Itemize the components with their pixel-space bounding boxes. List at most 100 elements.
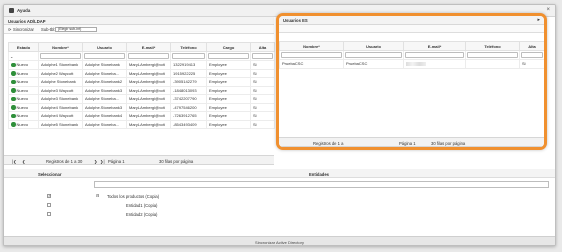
status-new-icon (11, 62, 16, 68)
cell-text: Adolphe4 Stonebank (41, 104, 79, 110)
table-cell: Si (250, 85, 275, 95)
subtable-select[interactable]: (Elegir sub-int) (55, 26, 97, 32)
table-row[interactable]: Nuevo Adolphe3 Stonebank Adolphe Stoneba..… (8, 94, 275, 104)
table-cell: Adolphe Stonebank4 (82, 111, 127, 121)
cell-text: Adolphe Stonebank (41, 79, 76, 85)
table-cell: Si (250, 119, 275, 129)
sync-icon[interactable]: ⟳ (8, 27, 12, 32)
table-cell: -1848013093 (170, 85, 207, 95)
cell-text: -3742207790 (173, 96, 197, 102)
table-cell: Si (250, 68, 275, 78)
table-cell: Si (250, 60, 275, 70)
next-page-icon[interactable]: ❯ (94, 159, 98, 164)
table-cell: Adolphe Stoneba... (82, 119, 127, 129)
table-cell: MaryLAmbergi@vcti (126, 94, 171, 104)
cell-text: 1322919413 (173, 62, 196, 68)
column-filter-input[interactable] (128, 53, 169, 59)
table-cell: Adolphe4 Waycott (38, 111, 83, 121)
column-filter-input[interactable] (521, 52, 543, 58)
column-header[interactable]: Teléfono (170, 42, 207, 52)
entities-filter-input[interactable] (94, 181, 549, 188)
expand-arrow-icon[interactable]: ▸ (537, 17, 540, 23)
cell-text: MaryLAmbergi@vcti (129, 62, 166, 68)
tree-checkbox[interactable] (47, 194, 51, 198)
column-filter-input[interactable] (405, 52, 464, 58)
ad-ldap-pager: |❮ ❮ Registros de 1 a 30 ❯ ❯| Página 1 3… (4, 155, 274, 165)
table-row[interactable]: PruebaCSC PruebaCSC Si (279, 59, 544, 69)
rows-per-page-select[interactable]: 30 filas por página (159, 159, 193, 164)
column-header[interactable]: Teléfono (465, 41, 520, 51)
es-rows-per-page-select[interactable]: 30 filas por página (431, 141, 465, 146)
filter-cell (126, 51, 171, 61)
table-cell: Si (250, 102, 275, 112)
tree-node[interactable]: Entidad1 (Copia) (4, 201, 555, 210)
cell-text: MaryLAmbergi@vcti (129, 96, 166, 102)
table-cell: Employee (206, 60, 251, 70)
column-header[interactable]: E-mail* (403, 41, 466, 51)
tree-node[interactable]: ⊟ Todos los productos (Copia) (4, 192, 555, 201)
column-header[interactable]: Nombre* (38, 42, 83, 52)
cell-text: Adolphe.Stonebank2 (85, 79, 123, 85)
column-filter-input[interactable] (345, 52, 402, 58)
column-header[interactable]: Nombre* (279, 41, 344, 51)
tree-node[interactable]: Entidad2 (Copia) (4, 210, 555, 219)
table-cell: Nuevo (8, 94, 39, 104)
sync-active-directory-button[interactable]: Sincronizar Active Directory (4, 236, 555, 245)
column-header[interactable]: Usuario (82, 42, 127, 52)
column-header[interactable]: Cargo (206, 42, 251, 52)
es-page-select[interactable]: Página 1 (399, 141, 416, 146)
tree-label: Entidad1 (Copia) (126, 203, 158, 208)
table-row[interactable]: Nuevo Adolphe2 Waycott Adolphe Stoneba... M… (8, 68, 275, 78)
table-row[interactable]: Nuevo Adolphe4 Stonebank Adolphe.Stonebank… (8, 102, 275, 112)
table-cell: Employee (206, 111, 251, 121)
table-row[interactable]: Nuevo Adolphe5 Stonebank Adolphe Stoneba..… (8, 119, 275, 129)
column-header[interactable]: Estado (8, 42, 39, 52)
collapse-icon[interactable]: ⊟ (96, 193, 100, 198)
filter-cell (279, 50, 344, 60)
cell-text: Nuevo (16, 113, 29, 119)
cell-text: Si (253, 104, 257, 110)
status-filter-dropdown[interactable]: ⌄ (10, 54, 13, 59)
first-page-icon[interactable]: |❮ (12, 159, 17, 164)
filter-cell: ⌄ (8, 51, 39, 61)
status-new-icon (11, 105, 16, 110)
cell-text: Si (253, 121, 257, 127)
table-cell: -4797546200 (170, 102, 207, 112)
table-cell: Nuevo (8, 60, 39, 70)
column-filter-input[interactable] (84, 53, 125, 59)
column-filter-input[interactable] (252, 53, 273, 59)
column-filter-input[interactable] (467, 52, 518, 58)
cell-text: Adolphe.Stonebank3 (85, 104, 123, 110)
table-row[interactable]: Nuevo Adolphe4 Waycott Adolphe Stonebank4 M… (8, 111, 275, 121)
table-cell: MaryLAmbergi@vcti (126, 85, 171, 95)
filter-cell (38, 51, 83, 61)
table-cell: Si (250, 111, 275, 121)
column-filter-input[interactable] (40, 53, 81, 59)
cell-text: Employee (209, 70, 227, 76)
last-page-icon[interactable]: ❯| (100, 159, 105, 164)
page-select[interactable]: Página 1 (108, 159, 125, 164)
cell-text: Nuevo (16, 96, 29, 102)
table-cell: -3905142279 (170, 77, 207, 87)
table-row[interactable]: Nuevo Adolphe Stonebank Adolphe.Stonebank2… (8, 77, 275, 87)
column-header[interactable]: Usuario (343, 41, 404, 51)
sync-button[interactable]: Sincronizar (13, 27, 34, 32)
column-filter-input[interactable] (281, 52, 342, 58)
table-row[interactable]: Nuevo Adolphe1 Stonebank Adolphe Stonebank… (8, 60, 275, 70)
column-filter-input[interactable] (172, 53, 205, 59)
tree-checkbox[interactable] (47, 203, 51, 207)
column-filter-input[interactable] (208, 53, 249, 59)
column-header[interactable]: Alta (519, 41, 544, 51)
table-cell: Adolphe Stoneba... (82, 68, 127, 78)
table-row[interactable]: Nuevo Adolphe3 Waycott Adolphe Stonebank3 M… (8, 85, 275, 95)
cell-text: MaryLAmbergi@vcti (129, 87, 166, 93)
tree-checkbox[interactable] (47, 212, 51, 216)
prev-page-icon[interactable]: ❮ (22, 159, 26, 164)
cell-text: -8543493409 (173, 121, 197, 127)
column-header[interactable]: Alta (250, 42, 275, 52)
table-cell: Adolphe3 Waycott (38, 85, 83, 95)
cell-text: Employee (209, 62, 227, 68)
cell-text: Nuevo (16, 121, 29, 127)
column-header[interactable]: E-mail* (126, 42, 171, 52)
close-icon[interactable]: × (546, 7, 550, 13)
